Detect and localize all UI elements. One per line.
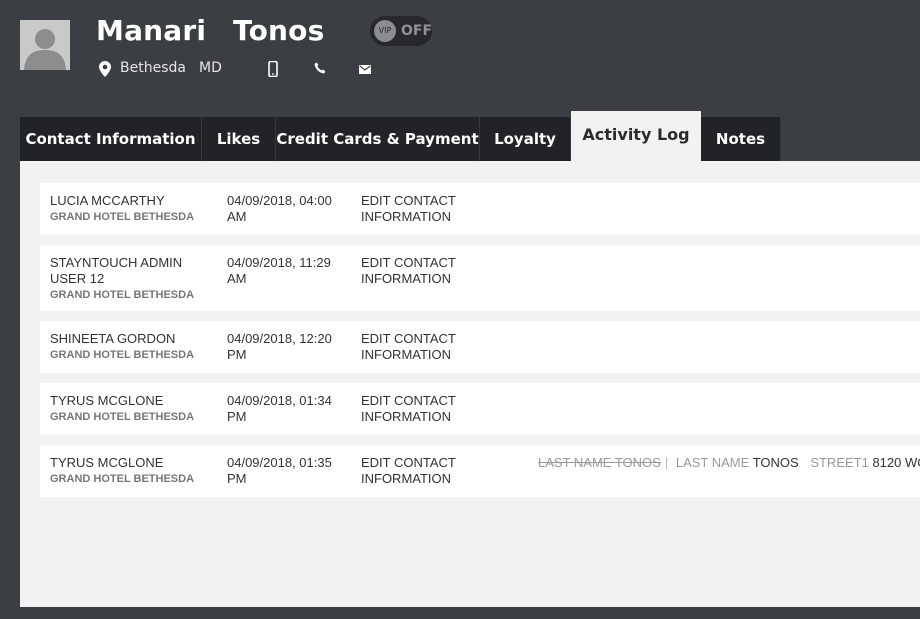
guest-state: MD [199,60,222,76]
tab-notes[interactable]: Notes [701,117,781,161]
vip-badge: VIP [374,20,396,42]
vip-state-label: OFF [401,23,433,39]
activity-user: TYRUS MCGLONE [50,393,164,408]
phone-icon[interactable] [314,62,326,74]
change-value: 8120 WOODM [872,455,920,470]
activity-hotel: GRAND HOTEL BETHESDA [50,349,195,361]
table-row: TYRUS MCGLONE GRAND HOTEL BETHESDA 04/09… [40,383,920,435]
tab-credit-cards-payment[interactable]: Credit Cards & Payment [276,117,480,161]
vip-toggle[interactable]: VIP OFF [370,16,432,46]
activity-date: 04/09/2018, 01:34 PM [227,393,332,424]
activity-log-panel: LUCIA MCCARTHY GRAND HOTEL BETHESDA 04/0… [20,161,920,607]
activity-date: 04/09/2018, 04:00 AM [227,193,332,224]
activity-user: LUCIA MCCARTHY [50,193,165,208]
guest-first-name[interactable]: Manari [96,14,206,47]
activity-changes: LAST NAME TONOS | LAST NAME TONOS STREET1… [538,455,920,471]
change-label: STREET1 [810,455,869,470]
activity-hotel: GRAND HOTEL BETHESDA [50,211,195,223]
activity-user: STAYNTOUCH ADMIN USER 12 [50,255,183,286]
activity-action: EDIT CONTACT INFORMATION [361,331,456,362]
table-row: LUCIA MCCARTHY GRAND HOTEL BETHESDA 04/0… [40,183,920,235]
user-silhouette-icon [20,20,70,70]
mail-icon[interactable] [359,65,371,74]
activity-user: TYRUS MCGLONE [50,455,164,470]
activity-action: EDIT CONTACT INFORMATION [361,455,456,486]
avatar[interactable] [20,20,70,70]
old-value: LAST NAME TONOS [538,455,661,470]
tab-activity-log[interactable]: Activity Log [571,111,701,161]
activity-date: 04/09/2018, 11:29 AM [227,255,331,286]
mobile-phone-icon[interactable] [268,61,278,77]
activity-date: 04/09/2018, 12:20 PM [227,331,332,362]
activity-action: EDIT CONTACT INFORMATION [361,193,456,224]
table-row: SHINEETA GORDON GRAND HOTEL BETHESDA 04/… [40,321,920,373]
change-separator: | [664,455,669,470]
activity-hotel: GRAND HOTEL BETHESDA [50,473,195,485]
change-value: TONOS [752,455,799,470]
guest-last-name[interactable]: Tonos [233,14,324,47]
change-label: LAST NAME [675,455,750,470]
tab-loyalty[interactable]: Loyalty [480,117,571,161]
activity-action: EDIT CONTACT INFORMATION [361,393,456,424]
activity-hotel: GRAND HOTEL BETHESDA [50,289,195,301]
activity-action: EDIT CONTACT INFORMATION [361,255,456,286]
map-pin-icon [99,61,111,77]
table-row: STAYNTOUCH ADMIN USER 12 GRAND HOTEL BET… [40,245,920,311]
activity-hotel: GRAND HOTEL BETHESDA [50,411,195,423]
activity-date: 04/09/2018, 01:35 PM [227,455,332,486]
guest-city: Bethesda [120,60,186,76]
activity-user: SHINEETA GORDON [50,331,176,346]
tab-contact-information[interactable]: Contact Information [20,117,202,161]
tab-likes[interactable]: Likes [202,117,276,161]
table-row: TYRUS MCGLONE GRAND HOTEL BETHESDA 04/09… [40,445,920,497]
